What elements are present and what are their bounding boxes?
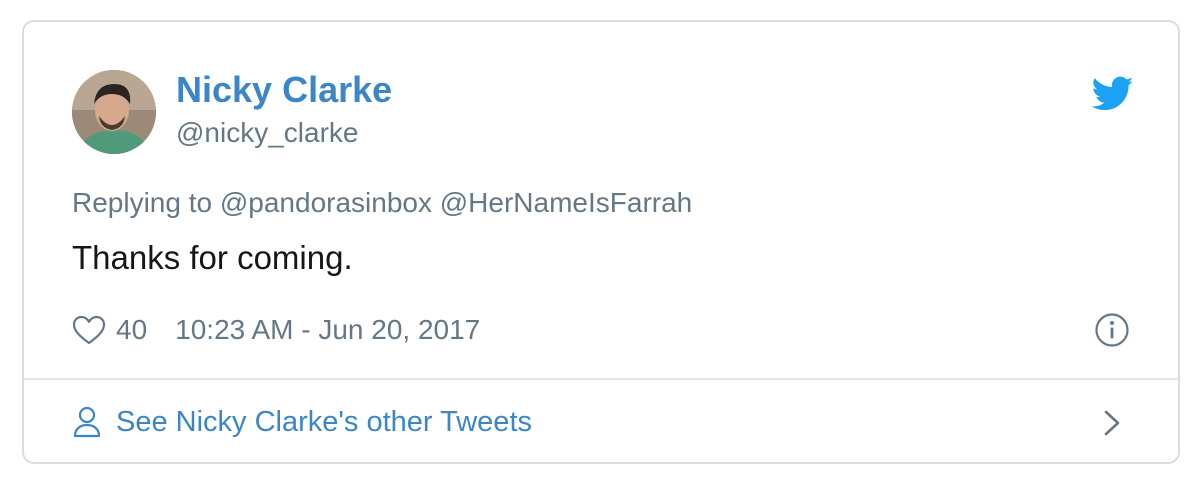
avatar[interactable] (72, 70, 156, 154)
tweet-text: Thanks for coming. (72, 239, 353, 276)
footer-divider (24, 378, 1178, 380)
chevron-right-icon[interactable] (1100, 406, 1124, 440)
heart-icon[interactable] (72, 315, 106, 345)
info-icon[interactable] (1094, 312, 1130, 348)
person-icon (73, 406, 101, 438)
tweet-timestamp[interactable]: 10:23 AM - Jun 20, 2017 (175, 314, 480, 346)
tweet-meta: 40 10:23 AM - Jun 20, 2017 (72, 312, 480, 348)
author-handle[interactable]: @nicky_clarke (176, 116, 358, 150)
author-name[interactable]: Nicky Clarke (176, 70, 392, 110)
twitter-bird-icon[interactable] (1092, 76, 1134, 112)
other-tweets-link[interactable]: See Nicky Clarke's other Tweets (72, 400, 532, 444)
avatar-photo (72, 70, 156, 154)
like-count[interactable]: 40 (116, 314, 147, 346)
replying-to[interactable]: Replying to @pandorasinbox @HerNameIsFar… (72, 186, 692, 220)
other-tweets-label[interactable]: See Nicky Clarke's other Tweets (116, 406, 532, 439)
tweet-card: Nicky Clarke @nicky_clarke Replying to @… (22, 20, 1180, 464)
